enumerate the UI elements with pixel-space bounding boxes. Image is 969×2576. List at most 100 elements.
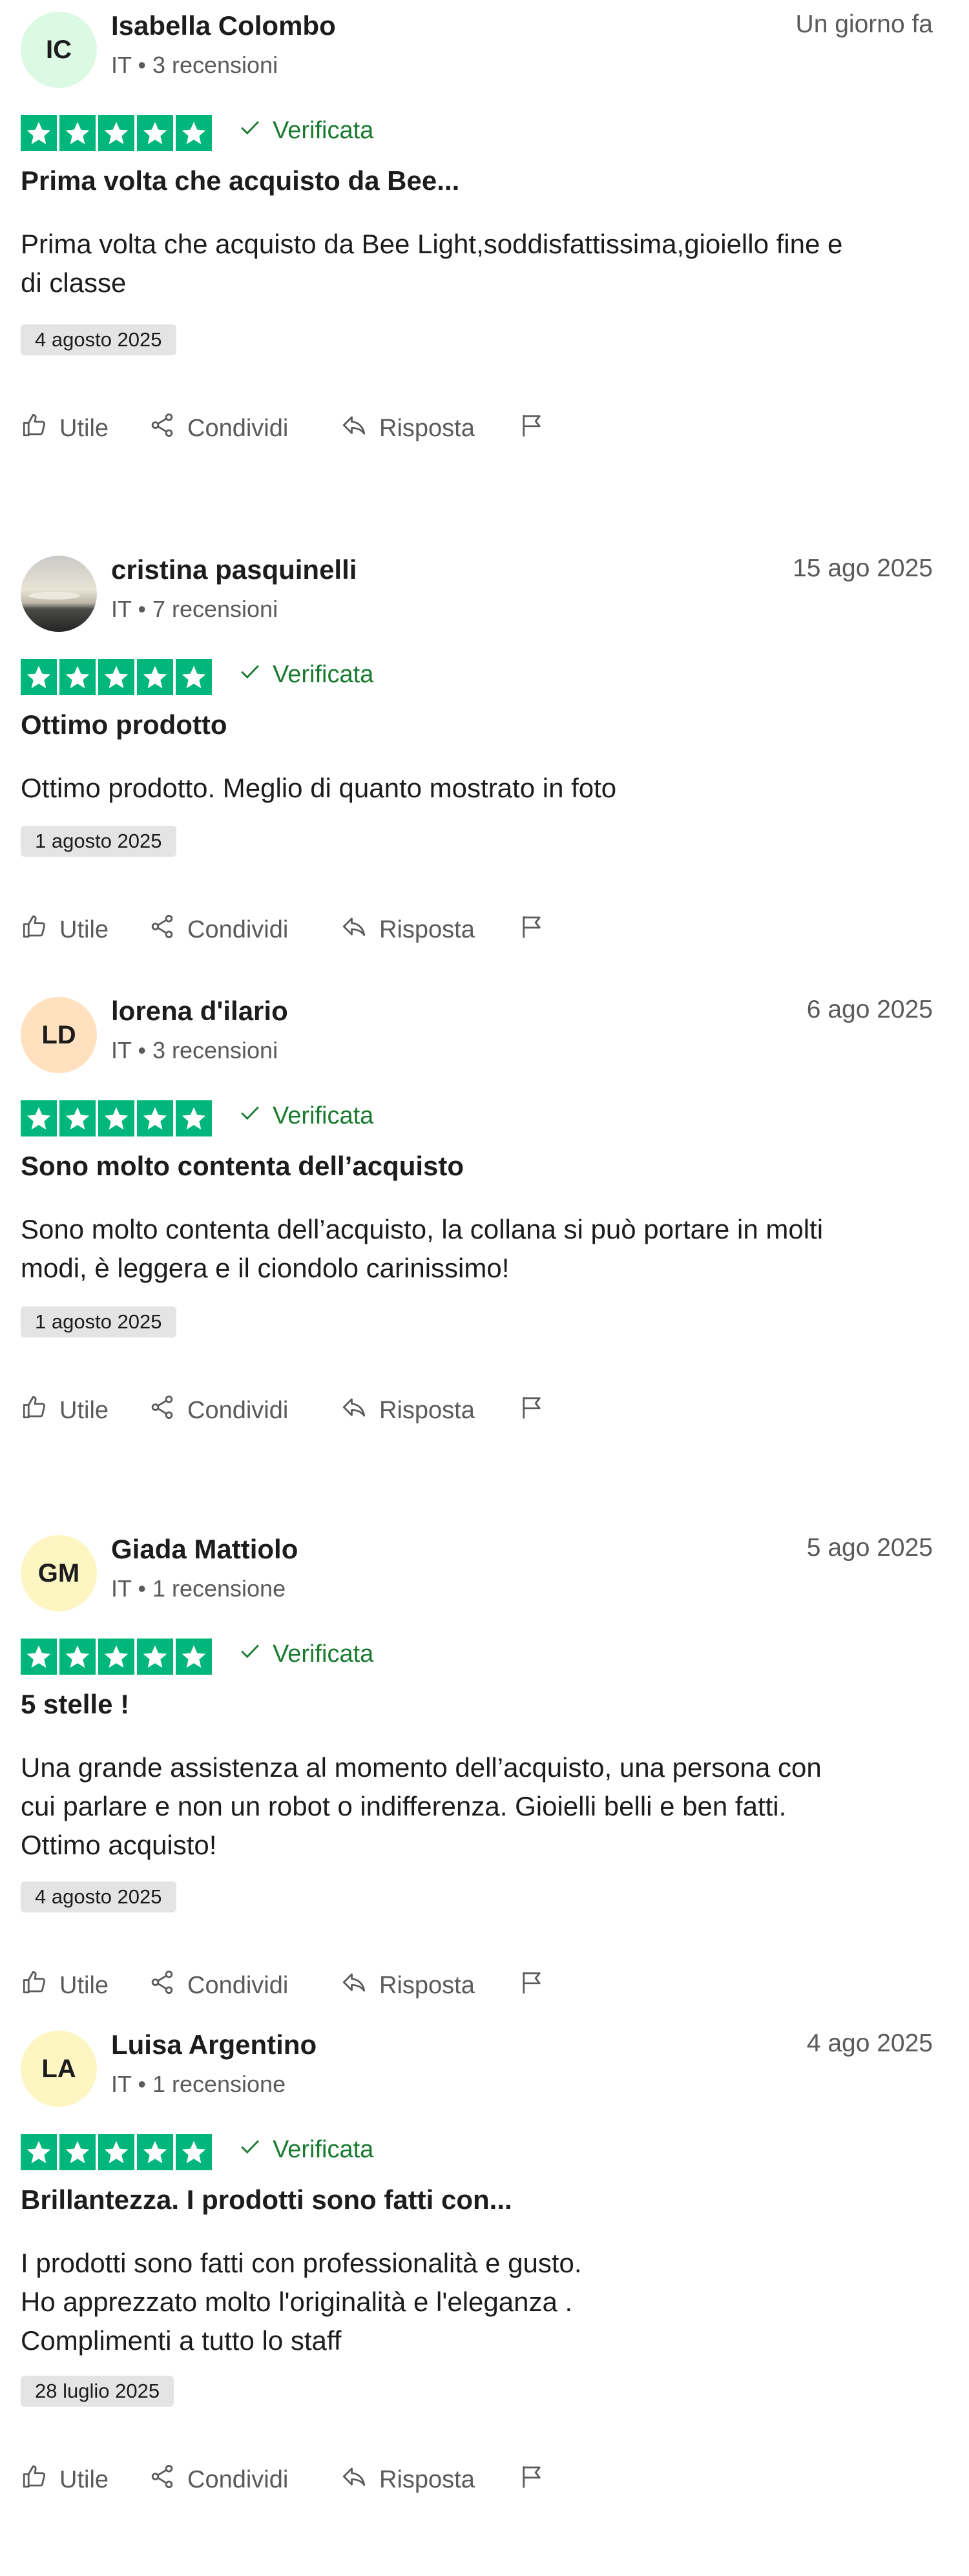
star-icon	[98, 2134, 134, 2170]
reply-icon	[340, 1969, 368, 2002]
share-icon	[149, 1969, 176, 2002]
reviewer-name[interactable]: Luisa Argentino	[111, 2029, 317, 2060]
avatar[interactable]: LA	[21, 2031, 97, 2107]
review-title[interactable]: 5 stelle !	[21, 1689, 129, 1720]
avatar[interactable]	[21, 556, 97, 632]
review-date: 15 ago 2025	[793, 554, 933, 582]
thumbs-up-icon	[21, 1394, 48, 1427]
rating-stars	[21, 2134, 212, 2170]
review-body-line: Ottimo prodotto. Meglio di quanto mostra…	[21, 773, 617, 803]
useful-label: Utile	[59, 1971, 109, 1999]
star-icon	[137, 1639, 173, 1675]
review-card: GM Giada Mattiolo IT • 1 recensione 5 ag…	[0, 1524, 969, 2018]
share-button[interactable]: Condividi	[149, 409, 288, 448]
star-icon	[176, 2134, 212, 2170]
verified-label: Verificata	[273, 2135, 374, 2163]
review-card: LA Luisa Argentino IT • 1 recensione 4 a…	[0, 2019, 969, 2512]
reply-label: Risposta	[379, 1971, 475, 1999]
review-body: Sono molto contenta dell’acquisto, la co…	[21, 1210, 912, 1288]
share-icon	[149, 1394, 176, 1427]
share-button[interactable]: Condividi	[149, 910, 288, 949]
useful-button[interactable]: Utile	[21, 409, 109, 448]
reply-button[interactable]: Risposta	[340, 409, 475, 448]
avatar[interactable]: IC	[21, 12, 97, 88]
useful-button[interactable]: Utile	[21, 2460, 109, 2499]
report-button[interactable]	[518, 2460, 545, 2499]
reviewer-meta: IT • 1 recensione	[111, 2071, 286, 2097]
share-icon	[149, 2463, 176, 2497]
verified-badge[interactable]: Verificata	[239, 1640, 373, 1668]
experience-date-badge: 4 agosto 2025	[21, 1881, 176, 1912]
share-button[interactable]: Condividi	[149, 1391, 288, 1430]
review-title[interactable]: Prima volta che acquisto da Bee...	[21, 165, 459, 196]
star-icon	[176, 1100, 212, 1136]
thumbs-up-icon	[21, 412, 48, 445]
reviewer-meta: IT • 7 recensioni	[111, 596, 278, 622]
reply-icon	[340, 913, 368, 947]
rating-stars	[21, 1100, 212, 1136]
useful-label: Utile	[59, 2466, 109, 2493]
verified-label: Verificata	[273, 1102, 374, 1129]
share-label: Condividi	[187, 2466, 289, 2493]
reply-button[interactable]: Risposta	[340, 910, 475, 949]
report-button[interactable]	[518, 910, 545, 949]
verified-badge[interactable]: Verificata	[239, 2135, 373, 2164]
verified-label: Verificata	[273, 660, 374, 688]
reviewer-name[interactable]: Isabella Colombo	[111, 10, 336, 41]
review-actions: Utile Condividi Risposta	[21, 2460, 667, 2499]
verified-badge[interactable]: Verificata	[239, 1102, 373, 1130]
review-body-line: cui parlare e non un robot o indifferenz…	[21, 1791, 787, 1821]
useful-button[interactable]: Utile	[21, 1966, 109, 2005]
check-icon	[239, 116, 261, 145]
avatar[interactable]: GM	[21, 1535, 97, 1611]
avatar[interactable]: LD	[21, 997, 97, 1073]
reviewer-meta: IT • 3 recensioni	[111, 1037, 278, 1063]
report-button[interactable]	[518, 1966, 545, 2005]
star-icon	[176, 659, 212, 695]
star-icon	[59, 115, 96, 151]
useful-button[interactable]: Utile	[21, 910, 109, 949]
share-button[interactable]: Condividi	[149, 2460, 288, 2499]
report-button[interactable]	[518, 1391, 545, 1430]
review-title[interactable]: Sono molto contenta dell’acquisto	[21, 1151, 464, 1182]
reply-button[interactable]: Risposta	[340, 1966, 475, 2005]
review-body-line: Sono molto contenta dell’acquisto, la co…	[21, 1214, 824, 1244]
reply-button[interactable]: Risposta	[340, 2460, 475, 2499]
review-actions: Utile Condividi Risposta	[21, 1966, 667, 2005]
review-date: 4 ago 2025	[806, 2029, 933, 2057]
avatar-initials: LA	[41, 2054, 76, 2083]
thumbs-up-icon	[21, 1969, 48, 2002]
review-card: cristina pasquinelli IT • 7 recensioni 1…	[0, 544, 969, 962]
star-icon	[98, 1639, 134, 1675]
avatar-initials: IC	[46, 35, 72, 64]
review-card: LD lorena d'ilario IT • 3 recensioni 6 a…	[0, 985, 969, 1443]
flag-icon	[518, 2463, 545, 2497]
review-title[interactable]: Ottimo prodotto	[21, 709, 227, 740]
review-title[interactable]: Brillantezza. I prodotti sono fatti con.…	[21, 2184, 512, 2215]
reply-button[interactable]: Risposta	[340, 1391, 475, 1430]
share-label: Condividi	[187, 916, 289, 943]
verified-badge[interactable]: Verificata	[239, 116, 373, 145]
reply-label: Risposta	[379, 916, 475, 943]
reply-label: Risposta	[379, 1396, 475, 1424]
star-icon	[21, 2134, 57, 2170]
reviewer-name[interactable]: cristina pasquinelli	[111, 554, 357, 585]
review-body-line: Complimenti a tutto lo staff	[21, 2325, 342, 2356]
star-icon	[59, 659, 96, 695]
report-button[interactable]	[518, 409, 545, 448]
thumbs-up-icon	[21, 913, 48, 947]
review-body: Una grande assistenza al momento dell’ac…	[21, 1748, 912, 1865]
star-icon	[21, 1639, 57, 1675]
review-body-line: Ho apprezzato molto l'originalità e l'el…	[21, 2287, 573, 2317]
check-icon	[239, 1102, 261, 1130]
useful-button[interactable]: Utile	[21, 1391, 109, 1430]
verified-badge[interactable]: Verificata	[239, 660, 373, 689]
share-button[interactable]: Condividi	[149, 1966, 288, 2005]
review-body: Ottimo prodotto. Meglio di quanto mostra…	[21, 769, 912, 808]
reviewer-name[interactable]: lorena d'ilario	[111, 996, 288, 1027]
reviewer-name[interactable]: Giada Mattiolo	[111, 1534, 298, 1565]
review-body-line: Una grande assistenza al momento dell’ac…	[21, 1752, 822, 1783]
useful-label: Utile	[59, 916, 109, 943]
star-icon	[98, 115, 134, 151]
thumbs-up-icon	[21, 2463, 48, 2497]
